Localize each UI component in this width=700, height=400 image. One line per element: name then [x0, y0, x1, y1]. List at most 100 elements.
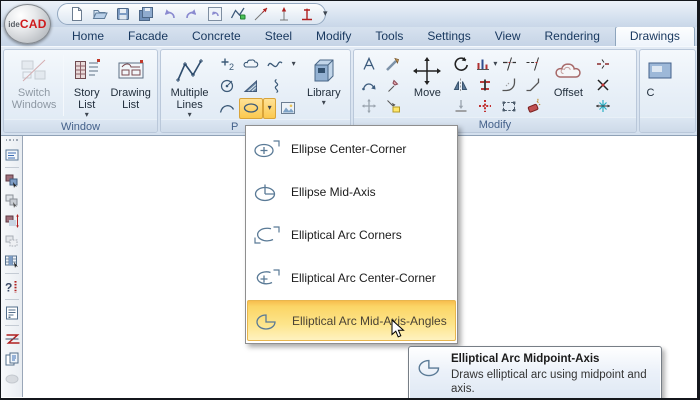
- ellipse-center-corner-icon: [252, 137, 282, 161]
- tab-drawings[interactable]: Drawings: [614, 26, 695, 46]
- array-icon[interactable]: [473, 95, 497, 116]
- arc-icon[interactable]: [215, 98, 239, 119]
- measure-icon[interactable]: [381, 53, 405, 74]
- undo-icon[interactable]: [160, 6, 177, 23]
- menu-item-elliptical-arc-mid-axis-angles[interactable]: Elliptical Arc Mid-Axis-Angles: [247, 300, 456, 341]
- statistics-icon[interactable]: [473, 53, 493, 74]
- tab-settings[interactable]: Settings: [418, 27, 479, 46]
- draw-tools-grid: ▾ ▾: [215, 52, 300, 119]
- properties-form-icon[interactable]: [3, 146, 21, 163]
- insert-image-icon[interactable]: [276, 98, 300, 119]
- menu-item-elliptical-arc-corners[interactable]: Elliptical Arc Corners: [247, 213, 456, 256]
- tab-facade[interactable]: Facade: [119, 27, 177, 46]
- drawing-list-button[interactable]: Drawing List: [107, 52, 154, 119]
- toolbar-separator: [4, 273, 19, 274]
- dimension-icon[interactable]: [298, 6, 315, 23]
- save-all-icon[interactable]: [137, 6, 154, 23]
- partial-button-icon: [647, 55, 675, 87]
- query-icon[interactable]: [3, 278, 21, 295]
- switch-windows-button[interactable]: Switch Windows: [7, 52, 61, 119]
- partial-big-button[interactable]: C: [643, 52, 692, 117]
- switch-windows-icon: [19, 55, 49, 87]
- offset-button[interactable]: Offset: [545, 52, 591, 117]
- stretch-icon[interactable]: [357, 74, 381, 95]
- circle-icon[interactable]: [215, 76, 239, 97]
- intersect-icon[interactable]: [591, 74, 615, 95]
- copy-icon[interactable]: [3, 350, 21, 367]
- annotation-icon[interactable]: [381, 95, 405, 116]
- chamfer-icon[interactable]: [521, 74, 545, 95]
- chevron-down-icon: ▾: [187, 110, 192, 119]
- trim-icon[interactable]: [497, 53, 521, 74]
- delete-point-icon[interactable]: [591, 95, 615, 116]
- new-file-icon[interactable]: [68, 6, 85, 23]
- multiple-lines-button[interactable]: Multiple Lines ▾: [164, 52, 215, 119]
- rotate-icon[interactable]: [449, 53, 473, 74]
- open-file-icon[interactable]: [91, 6, 108, 23]
- ellipse-button[interactable]: [239, 97, 264, 119]
- move-disabled-icon[interactable]: [357, 95, 381, 116]
- tooltip-description: Draws elliptical arc using midpoint and …: [451, 369, 647, 395]
- mirror-icon[interactable]: [449, 74, 473, 95]
- tab-steel[interactable]: Steel: [256, 27, 301, 46]
- section-icon[interactable]: [3, 330, 21, 347]
- application-menu-button[interactable]: ide CAD: [4, 4, 51, 44]
- ellipse-dropdown-menu: Ellipse Center-Corner Ellipse Mid-Axis E…: [245, 125, 458, 344]
- tab-tools[interactable]: Tools: [366, 27, 412, 46]
- deselect-objects-icon[interactable]: [3, 192, 21, 209]
- break-icon[interactable]: [591, 53, 615, 74]
- tooltip: Elliptical Arc Midpoint-Axis Draws ellip…: [408, 346, 662, 398]
- chevron-down-icon: ▾: [321, 98, 326, 107]
- table-select-icon[interactable]: [3, 252, 21, 269]
- select-similar-disabled-icon[interactable]: [3, 232, 21, 249]
- story-list-button[interactable]: Story List ▾: [66, 52, 107, 119]
- menu-item-ellipse-center-corner[interactable]: Ellipse Center-Corner: [247, 127, 456, 170]
- scale-icon[interactable]: [357, 53, 381, 74]
- ellipse-dropdown-button[interactable]: ▾: [263, 97, 277, 119]
- revision-cloud-icon[interactable]: [239, 54, 263, 75]
- toolbar-stub-icon[interactable]: [3, 370, 21, 387]
- toolbar-grip[interactable]: [5, 139, 18, 143]
- tooltip-title: Elliptical Arc Midpoint-Axis: [451, 353, 600, 365]
- undo-view-icon[interactable]: [206, 6, 223, 23]
- polyline-lock-icon[interactable]: [229, 6, 246, 23]
- align-center-icon[interactable]: [473, 74, 497, 95]
- elliptical-arc-center-corner-icon: [252, 266, 282, 290]
- spline-icon[interactable]: [263, 54, 287, 75]
- ribbon-group-partial: C: [638, 49, 696, 133]
- rectangle-select-icon[interactable]: [497, 95, 521, 116]
- explode-icon[interactable]: [521, 95, 545, 116]
- ribbon: Switch Windows Story List ▾ Drawing List…: [1, 46, 697, 136]
- tab-modify[interactable]: Modify: [307, 27, 360, 46]
- fillet-icon[interactable]: [497, 74, 521, 95]
- match-properties-icon[interactable]: [381, 74, 405, 95]
- select-objects-icon[interactable]: [3, 172, 21, 189]
- select-by-axis-icon[interactable]: [3, 212, 21, 229]
- pick-vertical-icon[interactable]: [275, 6, 292, 23]
- menu-item-elliptical-arc-center-corner[interactable]: Elliptical Arc Center-Corner: [247, 256, 456, 299]
- pick-point-icon[interactable]: [252, 6, 269, 23]
- move-button[interactable]: Move: [405, 52, 449, 117]
- freehand-line-icon[interactable]: [263, 76, 287, 97]
- story-list-icon: [72, 55, 102, 87]
- tab-concrete[interactable]: Concrete: [183, 27, 250, 46]
- spline-dropdown-button[interactable]: ▾: [287, 54, 300, 75]
- extend-icon[interactable]: [521, 53, 545, 74]
- menu-item-ellipse-mid-axis[interactable]: Ellipse Mid-Axis: [247, 170, 456, 213]
- save-icon[interactable]: [114, 6, 131, 23]
- tab-rendering[interactable]: Rendering: [536, 27, 609, 46]
- redo-icon[interactable]: [183, 6, 200, 23]
- offset-copy-icon[interactable]: [215, 54, 239, 75]
- quick-access-more-button[interactable]: ▾: [323, 8, 328, 19]
- align-icon[interactable]: [449, 95, 473, 116]
- multiple-lines-icon: [175, 55, 205, 87]
- left-toolbar: [1, 136, 23, 397]
- hatch-icon[interactable]: [239, 76, 263, 97]
- tab-view[interactable]: View: [486, 27, 530, 46]
- report-icon[interactable]: [3, 304, 21, 321]
- move-icon: [412, 55, 442, 87]
- group-label-window: Window: [4, 119, 158, 132]
- library-button[interactable]: Library ▾: [300, 52, 347, 119]
- tab-home[interactable]: Home: [63, 27, 113, 46]
- ribbon-group-draw: Multiple Lines ▾ ▾ ▾ Library ▾ P: [160, 49, 352, 133]
